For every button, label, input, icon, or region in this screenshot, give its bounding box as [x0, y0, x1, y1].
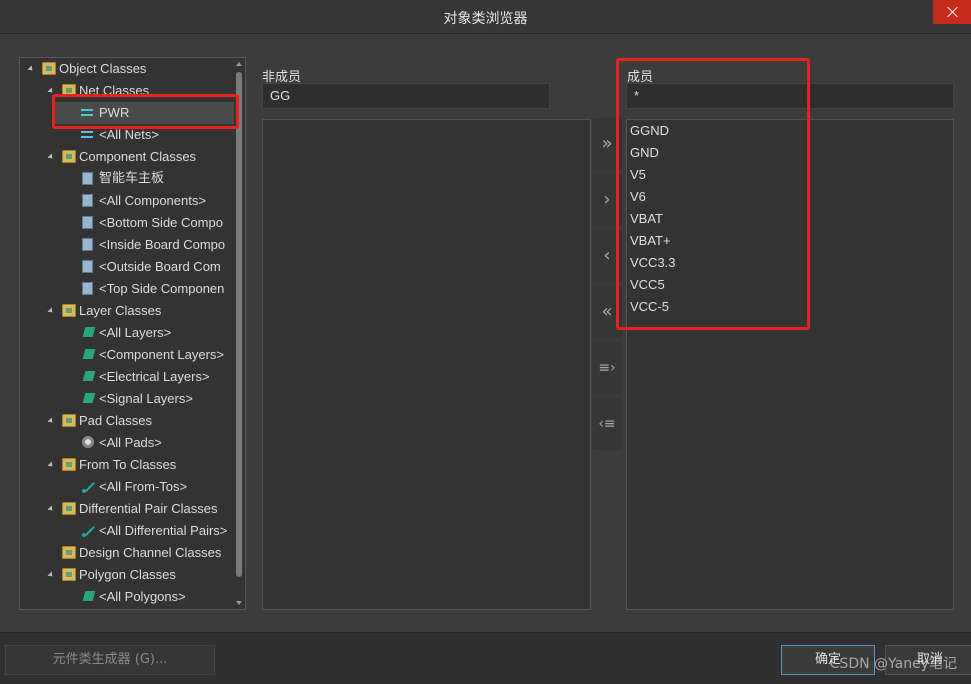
tree-item-label: Pad Classes	[79, 413, 152, 428]
folder-icon	[42, 62, 56, 75]
tree-item-label: <Signal Layers>	[99, 391, 193, 406]
tree-item-layer-classes[interactable]: Layer Classes	[24, 300, 236, 322]
non-members-filter-input[interactable]: GG	[262, 83, 550, 109]
differential-pair-icon	[82, 524, 96, 537]
tree-item-object-classes[interactable]: Object Classes	[24, 58, 236, 80]
add-filtered-button[interactable]: ≡›	[592, 342, 622, 394]
tree-item-polygon-classes[interactable]: Polygon Classes	[24, 564, 236, 586]
expand-arrow-icon[interactable]	[48, 154, 56, 162]
scroll-up-icon[interactable]	[236, 62, 242, 66]
window-title: 对象类浏览器	[443, 11, 528, 27]
component-icon	[82, 172, 93, 185]
folder-icon	[62, 546, 76, 559]
component-icon	[82, 260, 93, 273]
component-icon	[82, 238, 93, 251]
folder-icon	[62, 458, 76, 471]
tree-item-label: <Top Side Componen	[99, 281, 225, 296]
expand-arrow-icon[interactable]	[48, 308, 56, 316]
tree-item-layer[interactable]: <Electrical Layers>	[24, 366, 236, 388]
tree-scrollbar[interactable]	[235, 60, 243, 607]
tree-item-pad[interactable]: <All Pads>	[24, 432, 236, 454]
tree-item-layer[interactable]: <All Layers>	[24, 322, 236, 344]
highlight-box	[52, 94, 239, 129]
expand-arrow-icon[interactable]	[28, 66, 36, 74]
tree-item-component[interactable]: <All Components>	[24, 190, 236, 212]
polygon-icon	[82, 590, 96, 603]
tree-item-label: <All Polygons>	[99, 589, 186, 604]
tree-item-label: <Component Layers>	[99, 347, 225, 362]
tree-item-label: <All Components>	[99, 193, 206, 208]
expand-arrow-icon[interactable]	[48, 462, 56, 470]
tree-item-component[interactable]: 智能车主板	[24, 168, 236, 190]
tree-item-from-to-classes[interactable]: From To Classes	[24, 454, 236, 476]
layer-icon	[82, 326, 96, 339]
expand-arrow-icon[interactable]	[48, 418, 56, 426]
tree-item-label: Design Channel Classes	[79, 545, 222, 560]
layer-icon	[82, 370, 96, 383]
remove-filtered-button[interactable]: ‹≡	[592, 398, 622, 450]
from-to-icon	[82, 480, 96, 493]
folder-icon	[62, 304, 76, 317]
tree-item-component[interactable]: <Outside Board Com	[24, 256, 236, 278]
tree-item-label: From To Classes	[79, 457, 177, 472]
tree-item-label: <Electrical Layers>	[99, 369, 210, 384]
tree-item-label: Polygon Classes	[79, 567, 176, 582]
close-icon[interactable]	[933, 0, 971, 24]
folder-icon	[62, 568, 76, 581]
net-icon	[80, 128, 94, 141]
tree-item-component[interactable]: <Bottom Side Compo	[24, 212, 236, 234]
class-generator-button[interactable]: 元件类生成器 (G)...	[5, 645, 215, 675]
title-bar: 对象类浏览器	[0, 0, 971, 34]
tree-item-label: <All From-Tos>	[99, 479, 188, 494]
tree-item-diff-pair-classes[interactable]: Differential Pair Classes	[24, 498, 236, 520]
tree-item-polygon[interactable]: <All Polygons>	[24, 586, 236, 608]
tree-item-label: <Outside Board Com	[99, 259, 221, 274]
highlight-box	[616, 58, 810, 330]
tree-item-layer[interactable]: <Signal Layers>	[24, 388, 236, 410]
component-icon	[82, 216, 93, 229]
tree-item-label: <All Differential Pairs>	[99, 523, 228, 538]
component-icon	[82, 194, 93, 207]
layer-icon	[82, 392, 96, 405]
tree-item-from-to[interactable]: <All From-Tos>	[24, 476, 236, 498]
folder-icon	[62, 502, 76, 515]
component-icon	[82, 282, 93, 295]
object-class-tree[interactable]: Object Classes Net Classes PWR <All Nets…	[19, 57, 246, 610]
scroll-down-icon[interactable]	[236, 601, 242, 605]
dialog-footer: 元件类生成器 (G)... 确定 取消 CSDN @Yaney笔记	[0, 632, 971, 684]
tree-item-component[interactable]: <Top Side Componen	[24, 278, 236, 300]
tree-item-component-classes[interactable]: Component Classes	[24, 146, 236, 168]
tree-item-label: <Bottom Side Compo	[99, 215, 223, 230]
tree-item-label: <Inside Board Compo	[99, 237, 226, 252]
tree-item-pad-classes[interactable]: Pad Classes	[24, 410, 236, 432]
tree-item-label: Object Classes	[59, 61, 147, 76]
folder-icon	[62, 150, 76, 163]
scroll-thumb[interactable]	[236, 72, 242, 577]
tree-item-label: <All Layers>	[99, 325, 172, 340]
tree-item-label: <All Pads>	[99, 435, 162, 450]
folder-icon	[62, 414, 76, 427]
expand-arrow-icon[interactable]	[48, 572, 56, 580]
tree-item-design-channel-classes[interactable]: Design Channel Classes	[24, 542, 236, 564]
tree-item-component[interactable]: <Inside Board Compo	[24, 234, 236, 256]
tree-item-label: 智能车主板	[99, 171, 165, 186]
expand-arrow-icon[interactable]	[48, 506, 56, 514]
non-members-list[interactable]	[262, 119, 591, 610]
tree-item-layer[interactable]: <Component Layers>	[24, 344, 236, 366]
pad-icon	[82, 436, 94, 448]
tree-item-label: Component Classes	[79, 149, 197, 164]
layer-icon	[82, 348, 96, 361]
tree-item-diff-pair[interactable]: <All Differential Pairs>	[24, 520, 236, 542]
tree-item-label: Differential Pair Classes	[79, 501, 218, 516]
watermark: CSDN @Yaney笔记	[829, 656, 957, 672]
tree-item-label: Layer Classes	[79, 303, 162, 318]
